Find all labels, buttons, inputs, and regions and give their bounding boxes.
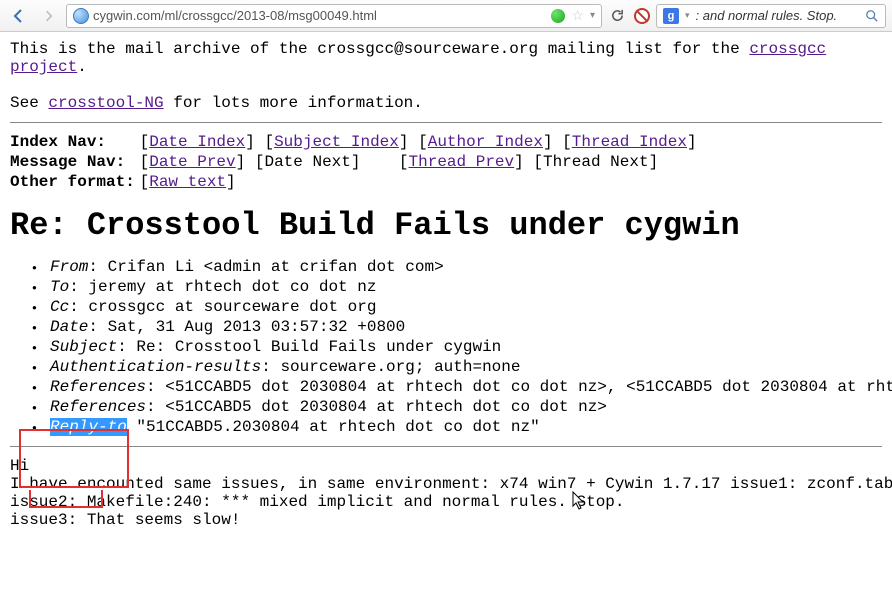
subject-index-link[interactable]: Subject Index [274, 133, 399, 151]
block-icon[interactable] [634, 8, 650, 24]
globe-icon [73, 8, 89, 24]
header-references-1: References: <51CCABD5 dot 2030804 at rht… [50, 378, 882, 396]
page-content: This is the mail archive of the crossgcc… [0, 32, 892, 537]
intro-mid: mailing list for the [538, 40, 749, 58]
intro-prefix: This is the mail archive of the [10, 40, 317, 58]
thread-next-text: Thread Next [543, 153, 649, 171]
body-line-2: I have encounted same issues, in same en… [10, 475, 882, 493]
see-prefix: See [10, 94, 48, 112]
intro-suffix: . [77, 58, 87, 76]
header-from: From: Crifan Li <admin at crifan dot com… [50, 258, 882, 276]
back-button[interactable] [6, 4, 32, 28]
mail-body: Hi I have encounted same issues, in same… [10, 457, 882, 529]
url-dropdown-icon[interactable]: ▾ [590, 10, 595, 21]
date-index-link[interactable]: Date Index [149, 133, 245, 151]
thread-index-link[interactable]: Thread Index [572, 133, 687, 151]
reload-button[interactable] [606, 5, 628, 27]
url-text: cygwin.com/ml/crossgcc/2013-08/msg00049.… [93, 8, 377, 23]
crosstool-ng-link[interactable]: crosstool-NG [48, 94, 163, 112]
message-nav-label: Message Nav: [10, 153, 130, 171]
header-cc: Cc: crossgcc at sourceware dot org [50, 298, 882, 316]
header-auth: Authentication-results: sourceware.org; … [50, 358, 882, 376]
search-engine-dropdown-icon[interactable]: ▾ [685, 10, 690, 21]
other-format-row: Other format: [Raw text] [10, 173, 882, 191]
body-line-1: Hi [10, 457, 882, 475]
index-nav-row: Index Nav: [Date Index] [Subject Index] … [10, 133, 882, 151]
header-subject: Subject: Re: Crosstool Build Fails under… [50, 338, 882, 356]
page-title: Re: Crosstool Build Fails under cygwin [10, 207, 882, 244]
date-prev-link[interactable]: Date Prev [149, 153, 235, 171]
date-next-text: Date Next [264, 153, 350, 171]
search-box[interactable]: g ▾ : and normal rules. Stop. [656, 4, 886, 28]
header-references-2: References: <51CCABD5 dot 2030804 at rht… [50, 398, 882, 416]
search-engine-icon[interactable]: g [663, 8, 679, 24]
bookmark-star-icon[interactable]: ☆ [571, 7, 584, 24]
page-status-icon [551, 9, 565, 23]
search-icon[interactable] [865, 9, 879, 23]
reply-to-selected: Reply-to [50, 418, 127, 436]
see-suffix: for lots more information. [164, 94, 423, 112]
author-index-link[interactable]: Author Index [428, 133, 543, 151]
see-line: See crosstool-NG for lots more informati… [10, 94, 882, 112]
index-nav-label: Index Nav: [10, 133, 130, 151]
intro-line: This is the mail archive of the crossgcc… [10, 40, 882, 76]
intro-email: crossgcc@sourceware.org [317, 40, 538, 58]
browser-toolbar: cygwin.com/ml/crossgcc/2013-08/msg00049.… [0, 0, 892, 32]
divider-body [10, 446, 882, 447]
divider-top [10, 122, 882, 123]
mail-headers: From: Crifan Li <admin at crifan dot com… [10, 258, 882, 436]
other-format-label: Other format: [10, 173, 130, 191]
thread-prev-link[interactable]: Thread Prev [409, 153, 515, 171]
forward-button[interactable] [36, 4, 62, 28]
search-input-text: : and normal rules. Stop. [696, 8, 859, 23]
header-reply-to: Reply-to "51CCABD5.2030804 at rhtech dot… [50, 418, 882, 436]
body-line-4: issue3: That seems slow! [10, 511, 882, 529]
raw-text-link[interactable]: Raw text [149, 173, 226, 191]
body-line-3: issue2: Makefile:240: *** mixed implicit… [10, 493, 882, 511]
url-bar[interactable]: cygwin.com/ml/crossgcc/2013-08/msg00049.… [66, 4, 602, 28]
message-nav-row: Message Nav: [Date Prev] [Date Next] [Th… [10, 153, 882, 171]
header-date: Date: Sat, 31 Aug 2013 03:57:32 +0800 [50, 318, 882, 336]
header-to: To: jeremy at rhtech dot co dot nz [50, 278, 882, 296]
